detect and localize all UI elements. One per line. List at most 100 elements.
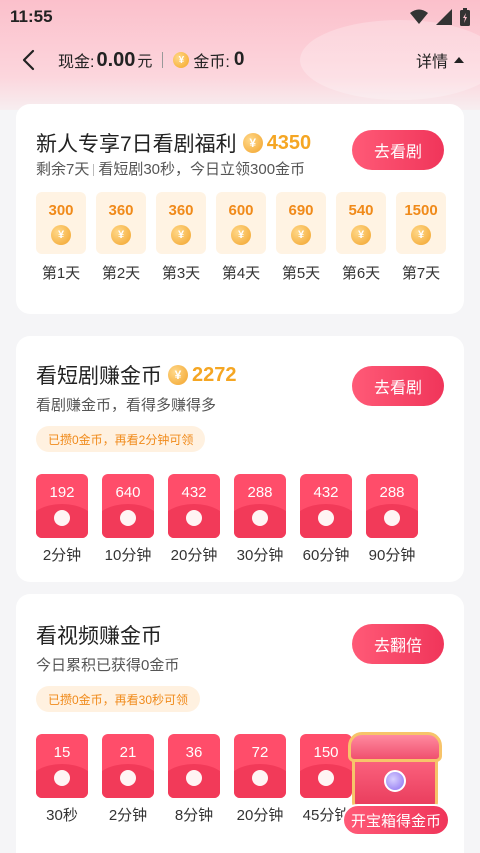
wallet-header: 现金: 0.00 元 ¥ 金币: 0 详情 [0,40,480,80]
short-drama-title: 看短剧赚金币 [36,365,162,388]
day-reward-label: 第7天 [401,265,441,282]
envelope-seal [186,770,202,786]
gold-value: 0 [233,49,245,70]
red-envelope-item[interactable]: 192 2分钟 [36,474,88,565]
short-drama-card: 看短剧赚金币 ¥ 2272 看剧赚金币，看得多赚得多 去看剧 已攒0金币，再看2… [16,336,464,582]
day-reward-value: 300 [48,202,74,219]
video-title: 看视频赚金币 [36,625,162,648]
red-envelope-item[interactable]: 432 60分钟 [300,474,352,565]
watch-drama-button-2[interactable]: 去看剧 [352,366,444,406]
red-envelope-item[interactable]: 432 20分钟 [168,474,220,565]
envelope-seal [252,770,268,786]
envelope-seal [120,510,136,526]
red-envelope-item[interactable]: 15 30秒 [36,734,88,825]
day-reward-item[interactable]: 360 ¥ 第3天 [156,192,206,283]
gold-label: 金币: [193,54,230,71]
envelope-value: 432 [181,484,207,501]
cash-value: 0.00 [96,48,136,71]
newbie-desc: 看短剧30秒，今日立领300金币 [98,161,306,178]
envelope-value: 288 [379,484,405,501]
envelope-seal [120,770,136,786]
day-reward-item[interactable]: 360 ¥ 第2天 [96,192,146,283]
envelope-label: 20分钟 [170,547,218,564]
day-reward-item[interactable]: 690 ¥ 第5天 [276,192,326,283]
detail-label: 详情 [415,54,448,71]
newbie-title: 新人专享7日看剧福利 [36,133,237,156]
day-reward-value: 360 [168,202,194,219]
watch-drama-button[interactable]: 去看剧 [352,130,444,170]
envelope-seal [54,770,70,786]
battery-icon [460,8,470,26]
envelope-label: 30分钟 [236,547,284,564]
red-envelope-item[interactable]: 21 2分钟 [102,734,154,825]
coin-icon: ¥ [168,365,188,385]
red-envelope-item[interactable]: 288 30分钟 [234,474,286,565]
divider [162,52,164,68]
newbie-amount: 4350 [266,131,312,154]
double-reward-button[interactable]: 去翻倍 [352,624,444,664]
red-envelope-icon: 288 [366,474,418,538]
envelope-seal [54,510,70,526]
status-time: 11:55 [10,7,53,26]
envelope-label: 90分钟 [368,547,416,564]
envelope-label: 20分钟 [236,807,284,824]
newbie-remaining: 剩余7天 [36,161,90,178]
day-rewards-list: 300 ¥ 第1天 360 ¥ 第2天 360 ¥ 第3天 600 ¥ 第4天 690 ¥ 第5天 540 ¥ 第… [36,192,446,283]
day-reward-value: 1500 [404,202,438,219]
newbie-welfare-card: 新人专享7日看剧福利 ¥ 4350 剩余7天 看短剧30秒，今日立领300金币 去… [16,104,464,314]
envelope-value: 36 [185,744,203,761]
day-reward-item[interactable]: 540 ¥ 第6天 [336,192,386,283]
day-reward-label: 第4天 [221,265,261,282]
treasure-chest-widget[interactable]: 开宝箱得金币 [340,732,452,842]
day-reward-value: 690 [288,202,314,219]
envelope-value: 21 [119,744,137,761]
envelope-value: 192 [49,484,75,501]
day-reward-item[interactable]: 600 ¥ 第4天 [216,192,266,283]
envelope-seal [252,510,268,526]
day-reward-value: 360 [108,202,134,219]
red-envelope-item[interactable]: 72 20分钟 [234,734,286,825]
coin-icon: ¥ [171,225,191,245]
short-drama-tip: 已攒0金币，再看2分钟可领 [36,426,206,452]
red-envelope-item[interactable]: 640 10分钟 [102,474,154,565]
red-envelope-icon: 72 [234,734,286,798]
day-reward-item[interactable]: 300 ¥ 第1天 [36,192,86,283]
envelope-label: 2分钟 [42,547,82,564]
video-title-row: 看视频赚金币 [36,620,162,650]
envelope-label: 60分钟 [302,547,350,564]
short-drama-rewards: 192 2分钟 640 10分钟 432 20分钟 288 30分钟 432 60分钟 288 90分… [36,474,418,565]
video-tip: 已攒0金币，再看30秒可领 [36,686,201,712]
envelope-seal [186,510,202,526]
coin-icon: ¥ [51,225,71,245]
coin-icon: ¥ [242,133,263,153]
day-reward-box: 360 ¥ [96,192,146,254]
day-reward-box: 300 ¥ [36,192,86,254]
day-reward-label: 第5天 [281,265,321,282]
envelope-seal [384,510,400,526]
red-envelope-icon: 192 [36,474,88,538]
day-reward-item[interactable]: 1500 ¥ 第7天 [396,192,446,283]
red-envelope-icon: 432 [300,474,352,538]
short-drama-desc: 看剧赚金币，看得多赚得多 [36,397,217,414]
red-envelope-icon: 15 [36,734,88,798]
day-reward-value: 540 [348,202,374,219]
back-arrow-icon [22,49,35,71]
red-envelope-item[interactable]: 36 8分钟 [168,734,220,825]
treasure-chest-lid [348,732,442,762]
coin-icon: ¥ [291,225,311,245]
envelope-label: 30秒 [46,807,78,824]
open-treasure-button[interactable]: 开宝箱得金币 [342,804,450,836]
coin-icon: ¥ [111,225,131,245]
red-envelope-item[interactable]: 288 90分钟 [366,474,418,565]
envelope-value: 15 [53,744,71,761]
day-reward-value: 600 [228,202,254,219]
wifi-icon [410,9,428,24]
back-button[interactable] [16,48,40,72]
divider [93,164,95,177]
detail-button[interactable]: 详情 [416,48,464,72]
day-reward-box: 540 ¥ [336,192,386,254]
envelope-value: 72 [251,744,269,761]
envelope-seal [318,510,334,526]
cash-label: 现金: [58,54,95,71]
coin-icon: ¥ [173,52,190,68]
